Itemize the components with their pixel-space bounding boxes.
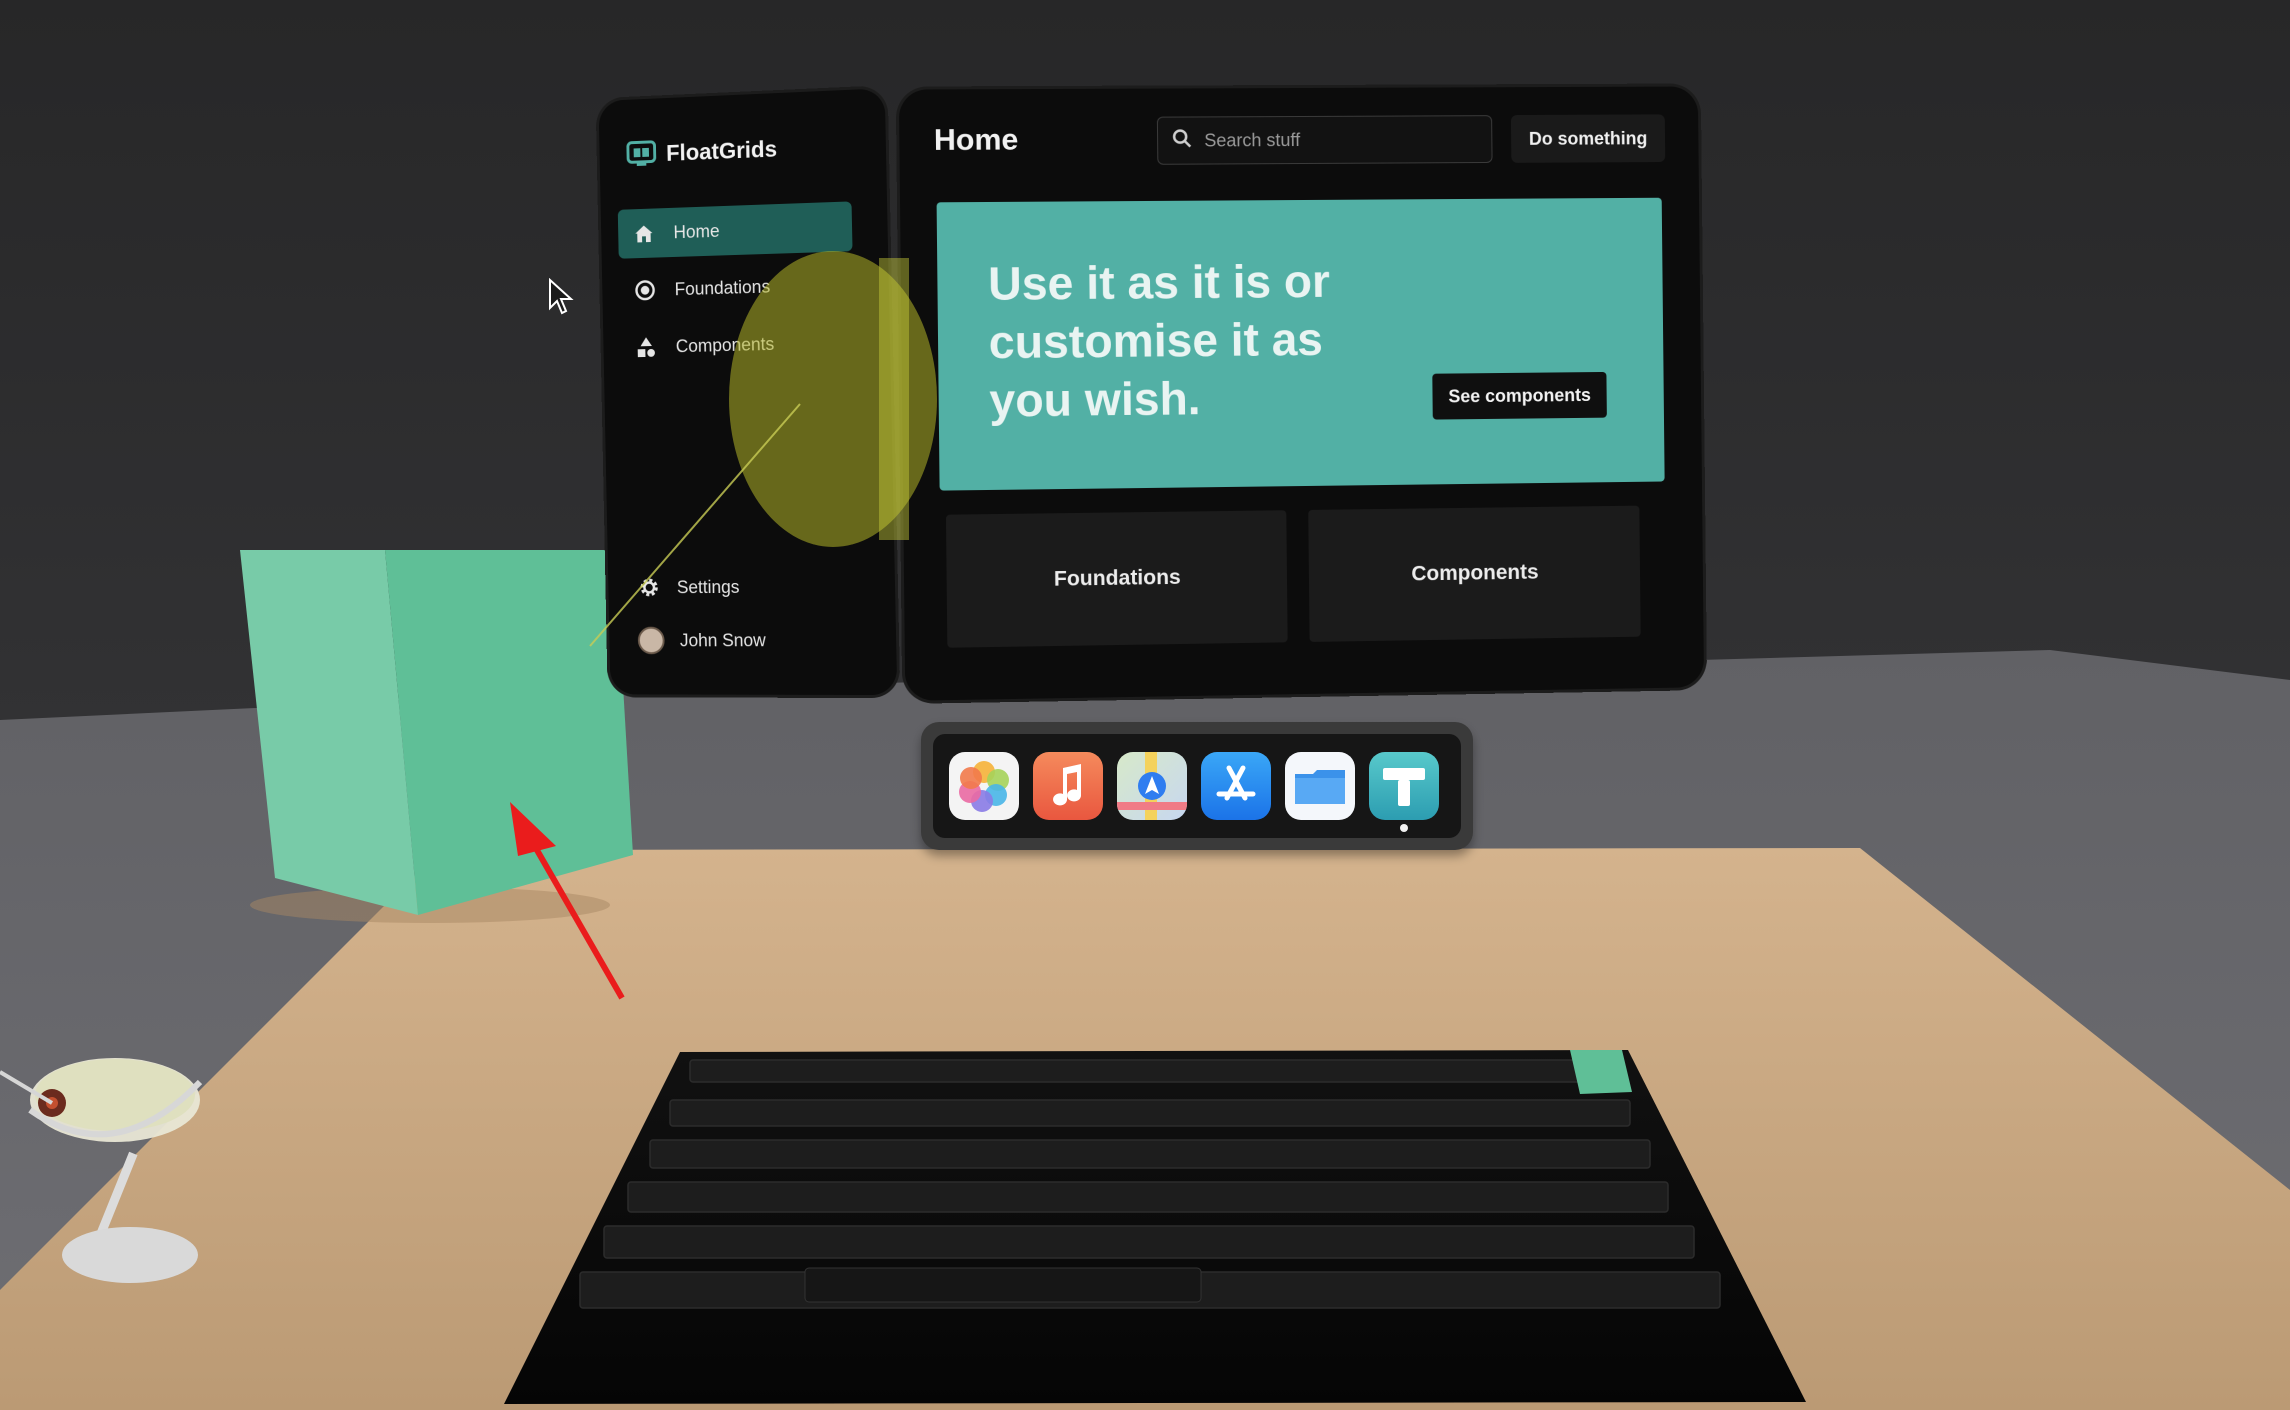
components-card[interactable]: Components bbox=[1308, 505, 1641, 642]
card-label: Foundations bbox=[1053, 565, 1181, 591]
search-icon bbox=[1172, 128, 1192, 153]
hero-banner: Use it as it is or customise it as you w… bbox=[936, 197, 1665, 491]
radio-icon bbox=[632, 277, 657, 303]
floatgrids-logo-icon bbox=[626, 140, 657, 169]
mouse-cursor-icon bbox=[549, 278, 574, 315]
app-store-icon[interactable] bbox=[1201, 752, 1271, 820]
sidebar-item-label: Home bbox=[673, 220, 720, 242]
search-box[interactable] bbox=[1156, 115, 1493, 165]
shapes-icon bbox=[634, 334, 659, 360]
foundations-card[interactable]: Foundations bbox=[945, 510, 1288, 648]
photos-app-icon[interactable] bbox=[949, 752, 1019, 820]
brand: FloatGrids bbox=[626, 135, 777, 169]
do-something-button[interactable]: Do something bbox=[1510, 114, 1666, 163]
accent-key bbox=[1570, 1050, 1632, 1094]
files-app-icon[interactable] bbox=[1285, 752, 1355, 820]
music-app-icon[interactable] bbox=[1033, 752, 1103, 820]
see-components-button[interactable]: See components bbox=[1432, 371, 1607, 420]
brand-name: FloatGrids bbox=[665, 135, 778, 166]
floatgrids-app-icon[interactable] bbox=[1369, 752, 1439, 820]
page-title: Home bbox=[933, 123, 1019, 157]
vr-scene: FloatGrids Home Foundations Components S… bbox=[0, 0, 2290, 1410]
maps-app-icon[interactable] bbox=[1117, 752, 1187, 820]
card-label: Components bbox=[1411, 560, 1539, 586]
search-input[interactable] bbox=[1202, 127, 1486, 153]
main-panel: Home Do something Use it as it is or cus… bbox=[898, 86, 1705, 701]
pointer-ray bbox=[589, 403, 801, 647]
annotation-arrow-icon bbox=[510, 802, 625, 1000]
app-dock bbox=[921, 722, 1473, 850]
dock-tray bbox=[933, 734, 1461, 838]
hero-text: Use it as it is or customise it as you w… bbox=[987, 254, 1331, 427]
home-icon bbox=[631, 220, 656, 246]
dock-active-indicator bbox=[1400, 824, 1408, 832]
